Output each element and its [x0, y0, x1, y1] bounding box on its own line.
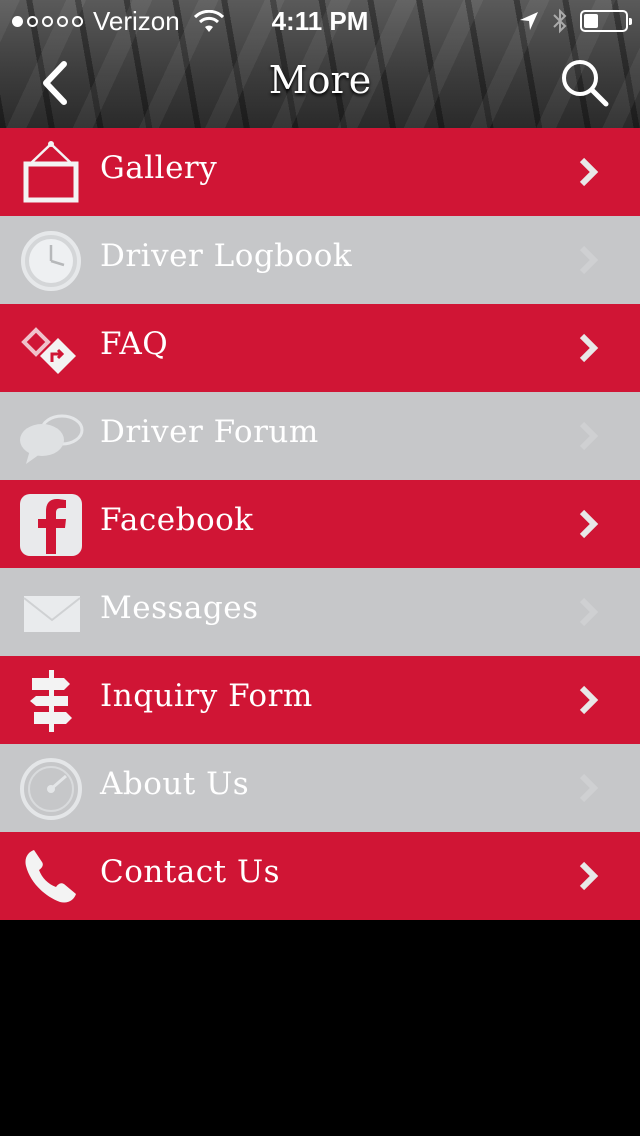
menu-item-facebook[interactable]: Facebook [0, 480, 640, 568]
chevron-right-icon [579, 509, 599, 539]
picture-frame-icon [23, 141, 79, 203]
menu-item-label: Driver Forum [100, 414, 319, 450]
menu-item-gallery[interactable]: Gallery [0, 128, 640, 216]
menu-item-about-us: About Us [0, 744, 640, 832]
chat-bubbles-icon [20, 414, 84, 464]
bluetooth-icon [553, 8, 567, 34]
chevron-right-icon [579, 685, 599, 715]
chevron-right-icon [579, 421, 599, 451]
page-title: More [268, 58, 372, 102]
battery-level [584, 14, 598, 28]
menu-item-label: Facebook [100, 502, 254, 538]
road-sign-icon [21, 327, 76, 374]
location-arrow-icon [520, 12, 538, 30]
more-menu-list: Gallery Driver Logbook FAQ Driver Forum … [0, 128, 640, 920]
menu-item-label: Inquiry Form [100, 678, 313, 714]
menu-item-label: FAQ [100, 326, 169, 362]
menu-item-label: Contact Us [100, 854, 280, 890]
menu-item-label: About Us [100, 766, 250, 802]
facebook-icon [20, 494, 82, 556]
navigation-header: Verizon 4:11 PM More [0, 0, 640, 128]
menu-item-label: Messages [100, 590, 259, 626]
chevron-right-icon [579, 773, 599, 803]
menu-item-label: Gallery [100, 150, 218, 186]
menu-item-contact-us[interactable]: Contact Us [0, 832, 640, 920]
status-bar: Verizon 4:11 PM [0, 0, 640, 40]
chevron-right-icon [579, 333, 599, 363]
chevron-right-icon [579, 597, 599, 627]
menu-item-driver-logbook: Driver Logbook [0, 216, 640, 304]
menu-item-faq[interactable]: FAQ [0, 304, 640, 392]
battery-icon [580, 10, 632, 32]
menu-item-label: Driver Logbook [100, 238, 353, 274]
chevron-right-icon [579, 245, 599, 275]
signpost-icon [30, 670, 72, 732]
status-right-group [518, 8, 632, 34]
chevron-right-icon [579, 861, 599, 891]
clock-icon [21, 231, 81, 291]
menu-item-inquiry-form[interactable]: Inquiry Form [0, 656, 640, 744]
menu-item-driver-forum: Driver Forum [0, 392, 640, 480]
chevron-right-icon [579, 157, 599, 187]
envelope-icon [23, 596, 81, 632]
speedometer-icon [20, 758, 82, 820]
phone-icon [25, 850, 76, 903]
menu-item-messages: Messages [0, 568, 640, 656]
search-icon[interactable] [558, 56, 612, 110]
